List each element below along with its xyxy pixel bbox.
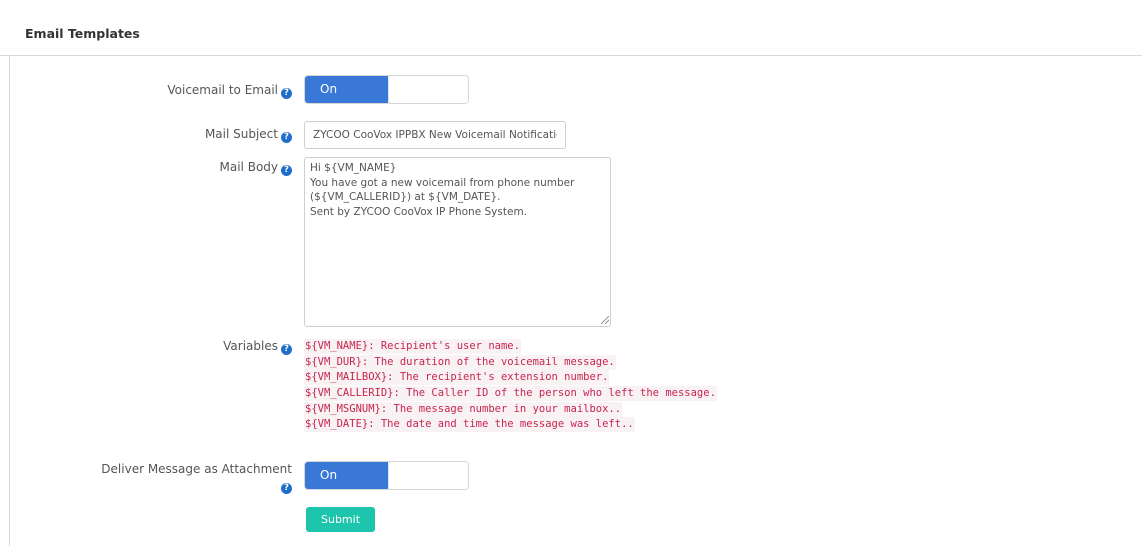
variable-item: ${VM_NAME}: Recipient's user name. <box>304 339 521 354</box>
toggle-on-label: On <box>305 76 388 103</box>
resize-handle-icon[interactable] <box>601 316 609 324</box>
variable-item: ${VM_DUR}: The duration of the voicemail… <box>304 354 616 370</box>
panel-left-border <box>9 56 10 546</box>
help-icon[interactable]: ? <box>281 344 292 355</box>
mail-subject-label: Mail Subject? <box>205 126 292 143</box>
mail-body-textarea[interactable]: Hi ${VM_NAME} You have got a new voicema… <box>304 157 611 327</box>
variables-label: Variables? <box>223 338 292 355</box>
voicemail-to-email-label-text: Voicemail to Email <box>167 83 278 97</box>
toggle-on-label: On <box>305 462 388 489</box>
deliver-attachment-toggle[interactable]: On <box>304 461 469 490</box>
panel-title: Email Templates <box>25 26 140 41</box>
mail-body-label: Mail Body? <box>220 159 292 176</box>
mail-subject-input[interactable] <box>304 121 566 149</box>
help-icon[interactable]: ? <box>281 483 292 494</box>
variable-item: ${VM_MAILBOX}: The recipient's extension… <box>304 370 610 386</box>
help-icon[interactable]: ? <box>281 132 292 143</box>
variables-list: ${VM_NAME}: Recipient's user name. ${VM_… <box>304 339 717 433</box>
mail-subject-label-text: Mail Subject <box>204 127 278 141</box>
variable-item: ${VM_DATE}: The date and time the messag… <box>304 417 635 433</box>
submit-button[interactable]: Submit <box>306 507 375 532</box>
variable-item: ${VM_CALLERID}: The Caller ID of the per… <box>304 386 717 402</box>
toggle-knob[interactable] <box>388 76 468 103</box>
voicemail-to-email-toggle[interactable]: On <box>304 75 469 104</box>
toggle-knob[interactable] <box>388 462 468 489</box>
voicemail-to-email-label: Voicemail to Email? <box>167 82 292 99</box>
help-icon[interactable]: ? <box>281 165 292 176</box>
variables-label-text: Variables <box>223 339 278 353</box>
mail-body-label-text: Mail Body <box>219 160 278 174</box>
variable-item: ${VM_MSGNUM}: The message number in your… <box>304 401 623 417</box>
panel-heading: Email Templates <box>0 0 1142 56</box>
deliver-attachment-label: Deliver Message as Attachment ? <box>101 461 292 494</box>
help-icon[interactable]: ? <box>281 88 292 99</box>
deliver-attachment-label-text: Deliver Message as Attachment <box>101 462 292 476</box>
